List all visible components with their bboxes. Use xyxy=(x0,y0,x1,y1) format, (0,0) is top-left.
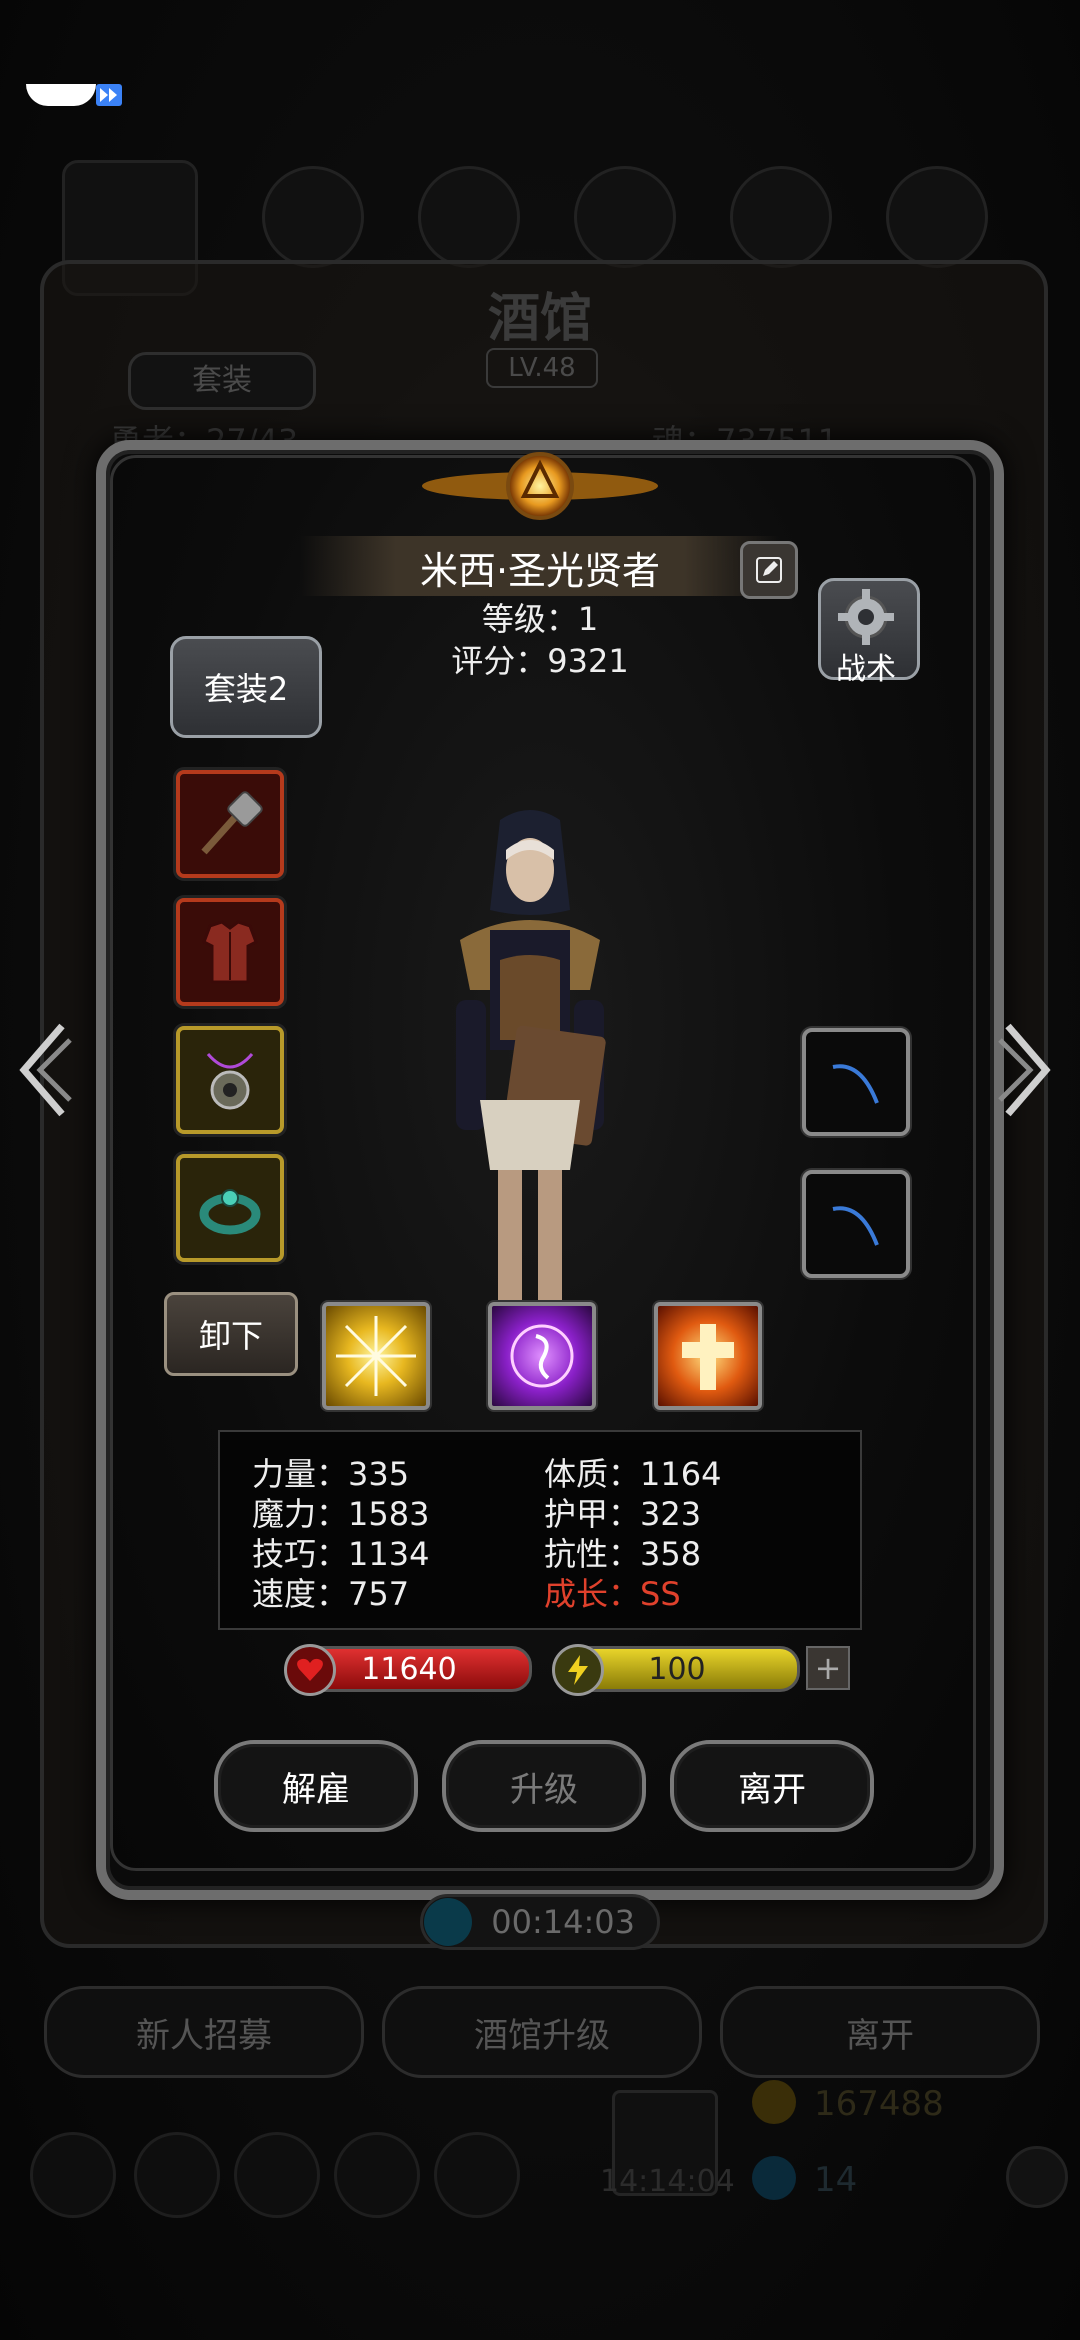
bg-tavern-level: LV.48 xyxy=(486,348,598,388)
bg-gift-timer: 14:14:04 xyxy=(600,2164,735,2199)
skill-slot-3[interactable] xyxy=(654,1302,762,1410)
bg-gold-coin-icon xyxy=(752,2080,796,2124)
light-burst-icon xyxy=(336,1316,416,1396)
bg-nav-icon xyxy=(886,166,988,268)
stat-magic: 魔力：1583 xyxy=(252,1495,430,1533)
bg-bottom-nav-icon xyxy=(134,2132,220,2218)
equip-slot-amulet[interactable] xyxy=(176,1026,284,1134)
gear-icon xyxy=(838,589,894,645)
edit-name-button[interactable] xyxy=(740,541,798,599)
bg-gem-icon xyxy=(752,2156,796,2200)
leave-button[interactable]: 离开 xyxy=(670,1740,874,1832)
unequip-button[interactable]: 卸下 xyxy=(164,1292,298,1376)
holy-cross-icon xyxy=(682,1324,734,1390)
next-hero-arrow-icon[interactable] xyxy=(996,1020,1056,1120)
bg-bottom-nav-icon xyxy=(30,2132,116,2218)
bg-nav-icon xyxy=(574,166,676,268)
bg-nav-icon xyxy=(730,166,832,268)
bg-nav-icon xyxy=(262,166,364,268)
side-slot-1[interactable] xyxy=(802,1028,910,1136)
skill-slot-1[interactable] xyxy=(322,1302,430,1410)
bg-recruit-button: 新人招募 xyxy=(44,1986,364,2078)
equip-slot-ring[interactable] xyxy=(176,1154,284,1262)
hero-name: 米西·圣光贤者 xyxy=(419,549,661,593)
bg-bottom-nav-icon xyxy=(234,2132,320,2218)
bg-gem-amount: 14 xyxy=(814,2160,858,2200)
bg-nav-icon xyxy=(418,166,520,268)
skill-slot-2[interactable] xyxy=(488,1302,596,1410)
stat-strength: 力量：335 xyxy=(252,1455,410,1493)
upgrade-button[interactable]: 升级 xyxy=(442,1740,646,1832)
stat-skill: 技巧：1134 xyxy=(252,1535,430,1573)
stat-constitution: 体质：1164 xyxy=(544,1455,722,1493)
stat-armor: 护甲：323 xyxy=(544,1495,702,1533)
bg-leave-button: 离开 xyxy=(720,1986,1040,2078)
equip-slot-armor[interactable] xyxy=(176,898,284,1006)
arcane-rune-icon xyxy=(510,1324,574,1388)
bg-bottom-nav-icon xyxy=(434,2132,520,2218)
stat-growth: 成长：SS xyxy=(544,1575,681,1613)
status-pill xyxy=(26,84,96,106)
bg-tavern-title: 酒馆 xyxy=(487,289,592,349)
heart-icon xyxy=(284,1644,336,1696)
stat-resistance: 抗性：358 xyxy=(544,1535,702,1573)
bg-tavern-upgrade-button: 酒馆升级 xyxy=(382,1986,702,2078)
armor-icon xyxy=(202,920,258,984)
fast-forward-icon[interactable] xyxy=(96,84,122,106)
previous-hero-arrow-icon[interactable] xyxy=(14,1020,74,1120)
bg-timer-icon xyxy=(424,1898,472,1946)
mace-icon xyxy=(201,791,263,855)
bg-add-icon xyxy=(1006,2146,1068,2208)
set-button[interactable]: 套装2 xyxy=(170,636,322,738)
equip-slot-weapon[interactable] xyxy=(176,770,284,878)
amulet-icon xyxy=(206,1053,254,1110)
lightning-icon xyxy=(552,1644,604,1696)
ring-icon xyxy=(199,1189,261,1235)
hero-level: 等级：1 xyxy=(481,600,599,638)
dismiss-button[interactable]: 解雇 xyxy=(214,1740,418,1832)
side-slot-2[interactable] xyxy=(802,1170,910,1278)
empty-slot-icon xyxy=(832,1064,879,1104)
edit-icon xyxy=(756,557,782,583)
emblem-icon xyxy=(422,452,658,520)
bg-gold-amount: 167488 xyxy=(814,2084,944,2124)
hero-score: 评分：9321 xyxy=(451,642,629,680)
bg-bottom-nav-icon xyxy=(334,2132,420,2218)
add-energy-button[interactable]: + xyxy=(806,1646,850,1690)
hero-portrait xyxy=(456,810,606,1330)
empty-slot-icon xyxy=(832,1206,879,1246)
stat-speed: 速度：757 xyxy=(252,1575,410,1613)
tactics-label: 战术 xyxy=(836,652,896,687)
bg-set-tab: 套装 xyxy=(128,352,316,410)
